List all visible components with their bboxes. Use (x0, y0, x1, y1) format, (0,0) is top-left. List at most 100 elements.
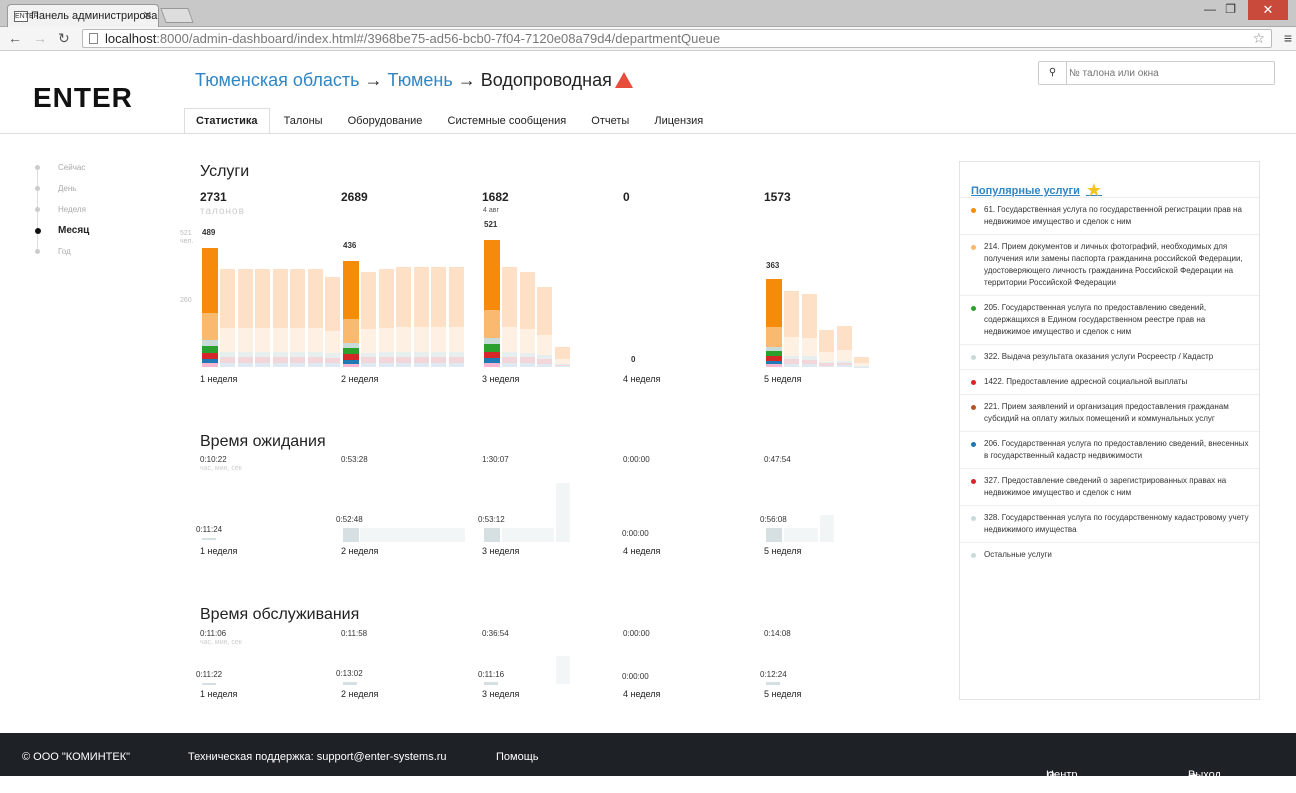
chart-bar-segment[interactable] (802, 294, 817, 338)
chart-bar-segment[interactable] (290, 357, 305, 363)
forward-icon[interactable]: → (33, 30, 47, 46)
chart-bar-segment[interactable] (837, 350, 852, 360)
chart-bar-segment[interactable] (379, 352, 394, 357)
warning-icon[interactable] (615, 72, 633, 88)
chart-bar-segment[interactable] (784, 337, 799, 356)
chart-bar-segment[interactable] (520, 272, 535, 329)
chart-bar-segment[interactable] (325, 353, 340, 358)
chart-bar-segment[interactable] (414, 327, 429, 352)
period-year[interactable]: Год (32, 246, 89, 267)
chart-bar-segment[interactable] (202, 346, 218, 353)
tab-system-messages[interactable]: Системные сообщения (437, 109, 578, 135)
chart-bar-segment[interactable] (255, 352, 270, 357)
back-icon[interactable]: ← (8, 30, 22, 46)
chart-bar-segment[interactable] (361, 272, 376, 329)
chart-bar-segment[interactable] (502, 267, 517, 327)
chart-bar-segment[interactable] (343, 364, 359, 367)
chart-bar-segment[interactable] (308, 352, 323, 357)
chart-bar-segment[interactable] (396, 267, 411, 327)
popular-service-item[interactable]: 214. Прием документов и личных фотографи… (960, 234, 1259, 295)
chart-bar-segment[interactable] (325, 331, 340, 354)
chart-bar-segment[interactable] (414, 357, 429, 363)
chart-bar-segment[interactable] (361, 363, 376, 367)
chart-bar-segment[interactable] (220, 352, 235, 357)
search-icon[interactable]: ⚲ (1039, 62, 1067, 84)
chart-bar-segment[interactable] (819, 362, 834, 364)
chart-bar-segment[interactable] (502, 357, 517, 363)
chart-bar-segment[interactable] (325, 358, 340, 363)
chart-bar-segment[interactable] (343, 319, 359, 342)
chart-bar-segment[interactable] (361, 329, 376, 353)
chart-bar-segment[interactable] (555, 359, 570, 364)
service-time-bar[interactable] (766, 682, 780, 685)
chart-bar-segment[interactable] (379, 357, 394, 363)
chart-bar-segment[interactable] (484, 344, 500, 352)
popular-service-item[interactable]: 221. Прием заявлений и организация предо… (960, 394, 1259, 431)
chart-bar-segment[interactable] (837, 361, 852, 363)
chart-bar-segment[interactable] (238, 352, 253, 357)
wait-bar[interactable] (766, 528, 782, 542)
chart-bar-segment[interactable] (484, 358, 500, 363)
chart-bar-segment[interactable] (308, 363, 323, 367)
window-close-button[interactable]: ✕ (1248, 0, 1288, 20)
breadcrumb-city[interactable]: Тюмень (388, 70, 453, 90)
chart-bar-segment[interactable] (449, 357, 464, 363)
chart-bar-segment[interactable] (238, 328, 253, 352)
period-week[interactable]: Неделя (32, 204, 89, 225)
chart-bar-segment[interactable] (854, 363, 869, 365)
popular-service-item[interactable]: Остальные услуги (960, 542, 1259, 567)
chart-bar-segment[interactable] (325, 363, 340, 367)
wait-bar[interactable] (820, 515, 834, 542)
chart-bar-segment[interactable] (255, 269, 270, 328)
chart-bar-segment[interactable] (343, 354, 359, 359)
chart-bar-segment[interactable] (766, 279, 782, 328)
chart-bar-segment[interactable] (449, 267, 464, 327)
tab-statistics[interactable]: Статистика (184, 108, 270, 134)
chart-bar-segment[interactable] (520, 329, 535, 353)
chart-bar-segment[interactable] (837, 326, 852, 351)
tab-reports[interactable]: Отчеты (580, 109, 640, 135)
chart-bar-segment[interactable] (308, 269, 323, 328)
search-input[interactable] (1069, 63, 1269, 83)
bookmark-star-icon[interactable]: ☆ (1252, 30, 1265, 47)
reload-icon[interactable]: ↻ (58, 30, 70, 47)
popular-service-item[interactable]: 327. Предоставление сведений о зарегистр… (960, 468, 1259, 505)
chart-bar-segment[interactable] (819, 330, 834, 352)
chart-bar-segment[interactable] (290, 328, 305, 352)
chart-bar-segment[interactable] (255, 328, 270, 352)
chart-bar-segment[interactable] (555, 365, 570, 366)
chart-bar-segment[interactable] (449, 327, 464, 352)
popular-services-header[interactable]: Популярные услуги★ (960, 162, 1259, 197)
chart-bar-segment[interactable] (202, 313, 218, 339)
period-now[interactable]: Сейчас (32, 162, 89, 183)
chart-bar-segment[interactable] (202, 248, 218, 314)
wait-bar[interactable] (343, 528, 359, 542)
chart-bar-segment[interactable] (802, 338, 817, 356)
chart-bar-segment[interactable] (325, 277, 340, 331)
chart-bar-segment[interactable] (484, 363, 500, 367)
chart-bar-segment[interactable] (414, 363, 429, 367)
chart-bar-segment[interactable] (273, 352, 288, 357)
chart-bar-segment[interactable] (837, 365, 852, 367)
chart-bar-segment[interactable] (290, 363, 305, 367)
chart-bar-segment[interactable] (449, 363, 464, 367)
chart-bar-segment[interactable] (802, 360, 817, 364)
chart-bar-segment[interactable] (273, 328, 288, 352)
chart-bar-segment[interactable] (766, 347, 782, 351)
chart-bar-segment[interactable] (837, 363, 852, 365)
wait-bar[interactable] (556, 483, 570, 542)
popular-service-item[interactable]: 1422. Предоставление адресной социальной… (960, 369, 1259, 394)
breadcrumb-region[interactable]: Тюменская область (195, 70, 360, 90)
chart-bar-segment[interactable] (255, 363, 270, 367)
chart-bar-segment[interactable] (520, 357, 535, 363)
chart-bar-segment[interactable] (784, 291, 799, 336)
popular-service-item[interactable]: 322. Выдача результата оказания услуги Р… (960, 344, 1259, 369)
chart-bar-segment[interactable] (854, 357, 869, 363)
chart-bar-segment[interactable] (414, 352, 429, 357)
chart-bar-segment[interactable] (396, 363, 411, 367)
chart-bar-segment[interactable] (361, 353, 376, 358)
chart-bar-segment[interactable] (273, 357, 288, 363)
chart-bar-segment[interactable] (273, 363, 288, 367)
minimize-icon[interactable]: — (1204, 2, 1216, 16)
period-day[interactable]: День (32, 183, 89, 204)
